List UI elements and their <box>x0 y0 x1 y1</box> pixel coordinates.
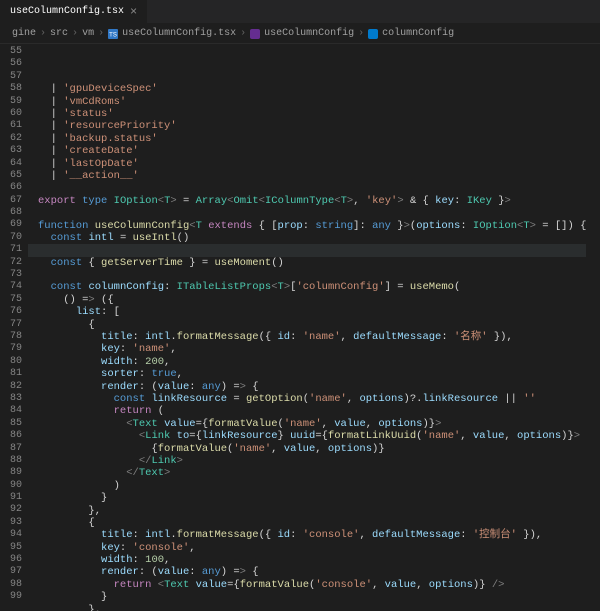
line-number: 65 <box>0 170 28 182</box>
line-number: 91 <box>0 492 28 504</box>
line-number: 79 <box>0 343 28 355</box>
line-number: 67 <box>0 195 28 207</box>
line-number: 87 <box>0 443 28 455</box>
svg-text:TS: TS <box>109 32 117 38</box>
function-icon <box>250 29 260 39</box>
code-area[interactable]: | 'gpuDeviceSpec' | 'vmCdRoms' | 'status… <box>28 44 586 611</box>
line-number: 62 <box>0 133 28 145</box>
code-content: | 'gpuDeviceSpec' | 'vmCdRoms' | 'status… <box>38 83 586 611</box>
chevron-right-icon: › <box>72 28 78 39</box>
line-number: 68 <box>0 207 28 219</box>
tab-bar: useColumnConfig.tsx × <box>0 0 600 24</box>
line-gutter: 5556575859606162636465666768697071727374… <box>0 44 28 611</box>
line-number: 83 <box>0 393 28 405</box>
line-number: 77 <box>0 319 28 331</box>
line-number: 69 <box>0 219 28 231</box>
line-number: 70 <box>0 232 28 244</box>
line-number: 63 <box>0 145 28 157</box>
breadcrumbs[interactable]: gine › src › vm › TS useColumnConfig.tsx… <box>0 24 600 44</box>
line-number: 81 <box>0 368 28 380</box>
breadcrumb-part[interactable]: columnConfig <box>382 28 454 39</box>
breadcrumb-part[interactable]: gine <box>12 28 36 39</box>
line-number: 95 <box>0 542 28 554</box>
line-number: 97 <box>0 566 28 578</box>
line-number: 72 <box>0 257 28 269</box>
line-number: 88 <box>0 455 28 467</box>
close-icon[interactable]: × <box>130 5 137 19</box>
line-number: 78 <box>0 331 28 343</box>
line-number: 74 <box>0 281 28 293</box>
line-number: 61 <box>0 120 28 132</box>
variable-icon <box>368 29 378 39</box>
line-number: 76 <box>0 306 28 318</box>
line-number: 94 <box>0 529 28 541</box>
line-number: 96 <box>0 554 28 566</box>
line-number: 71 <box>0 244 28 256</box>
chevron-right-icon: › <box>40 28 46 39</box>
breadcrumb-part[interactable]: src <box>50 28 68 39</box>
line-number: 99 <box>0 591 28 603</box>
line-number: 84 <box>0 405 28 417</box>
line-number: 90 <box>0 480 28 492</box>
editor[interactable]: 5556575859606162636465666768697071727374… <box>0 44 600 611</box>
breadcrumb-part[interactable]: vm <box>82 28 94 39</box>
breadcrumb-part[interactable]: useColumnConfig.tsx <box>122 28 236 39</box>
chevron-right-icon: › <box>98 28 104 39</box>
line-number: 86 <box>0 430 28 442</box>
line-number: 55 <box>0 46 28 58</box>
line-number: 92 <box>0 504 28 516</box>
line-number: 56 <box>0 58 28 70</box>
tab-title: useColumnConfig.tsx <box>10 6 124 17</box>
line-number: 93 <box>0 517 28 529</box>
editor-tab[interactable]: useColumnConfig.tsx × <box>0 0 148 23</box>
chevron-right-icon: › <box>240 28 246 39</box>
line-number: 64 <box>0 158 28 170</box>
line-number: 73 <box>0 269 28 281</box>
breadcrumb-part[interactable]: useColumnConfig <box>264 28 354 39</box>
line-number: 98 <box>0 579 28 591</box>
line-number: 80 <box>0 356 28 368</box>
line-number: 89 <box>0 467 28 479</box>
chevron-right-icon: › <box>358 28 364 39</box>
line-number: 75 <box>0 294 28 306</box>
line-number: 59 <box>0 96 28 108</box>
line-number: 82 <box>0 381 28 393</box>
line-number: 66 <box>0 182 28 194</box>
ts-react-icon: TS <box>108 29 118 39</box>
line-number: 58 <box>0 83 28 95</box>
line-number: 57 <box>0 71 28 83</box>
line-number: 60 <box>0 108 28 120</box>
line-number: 85 <box>0 418 28 430</box>
